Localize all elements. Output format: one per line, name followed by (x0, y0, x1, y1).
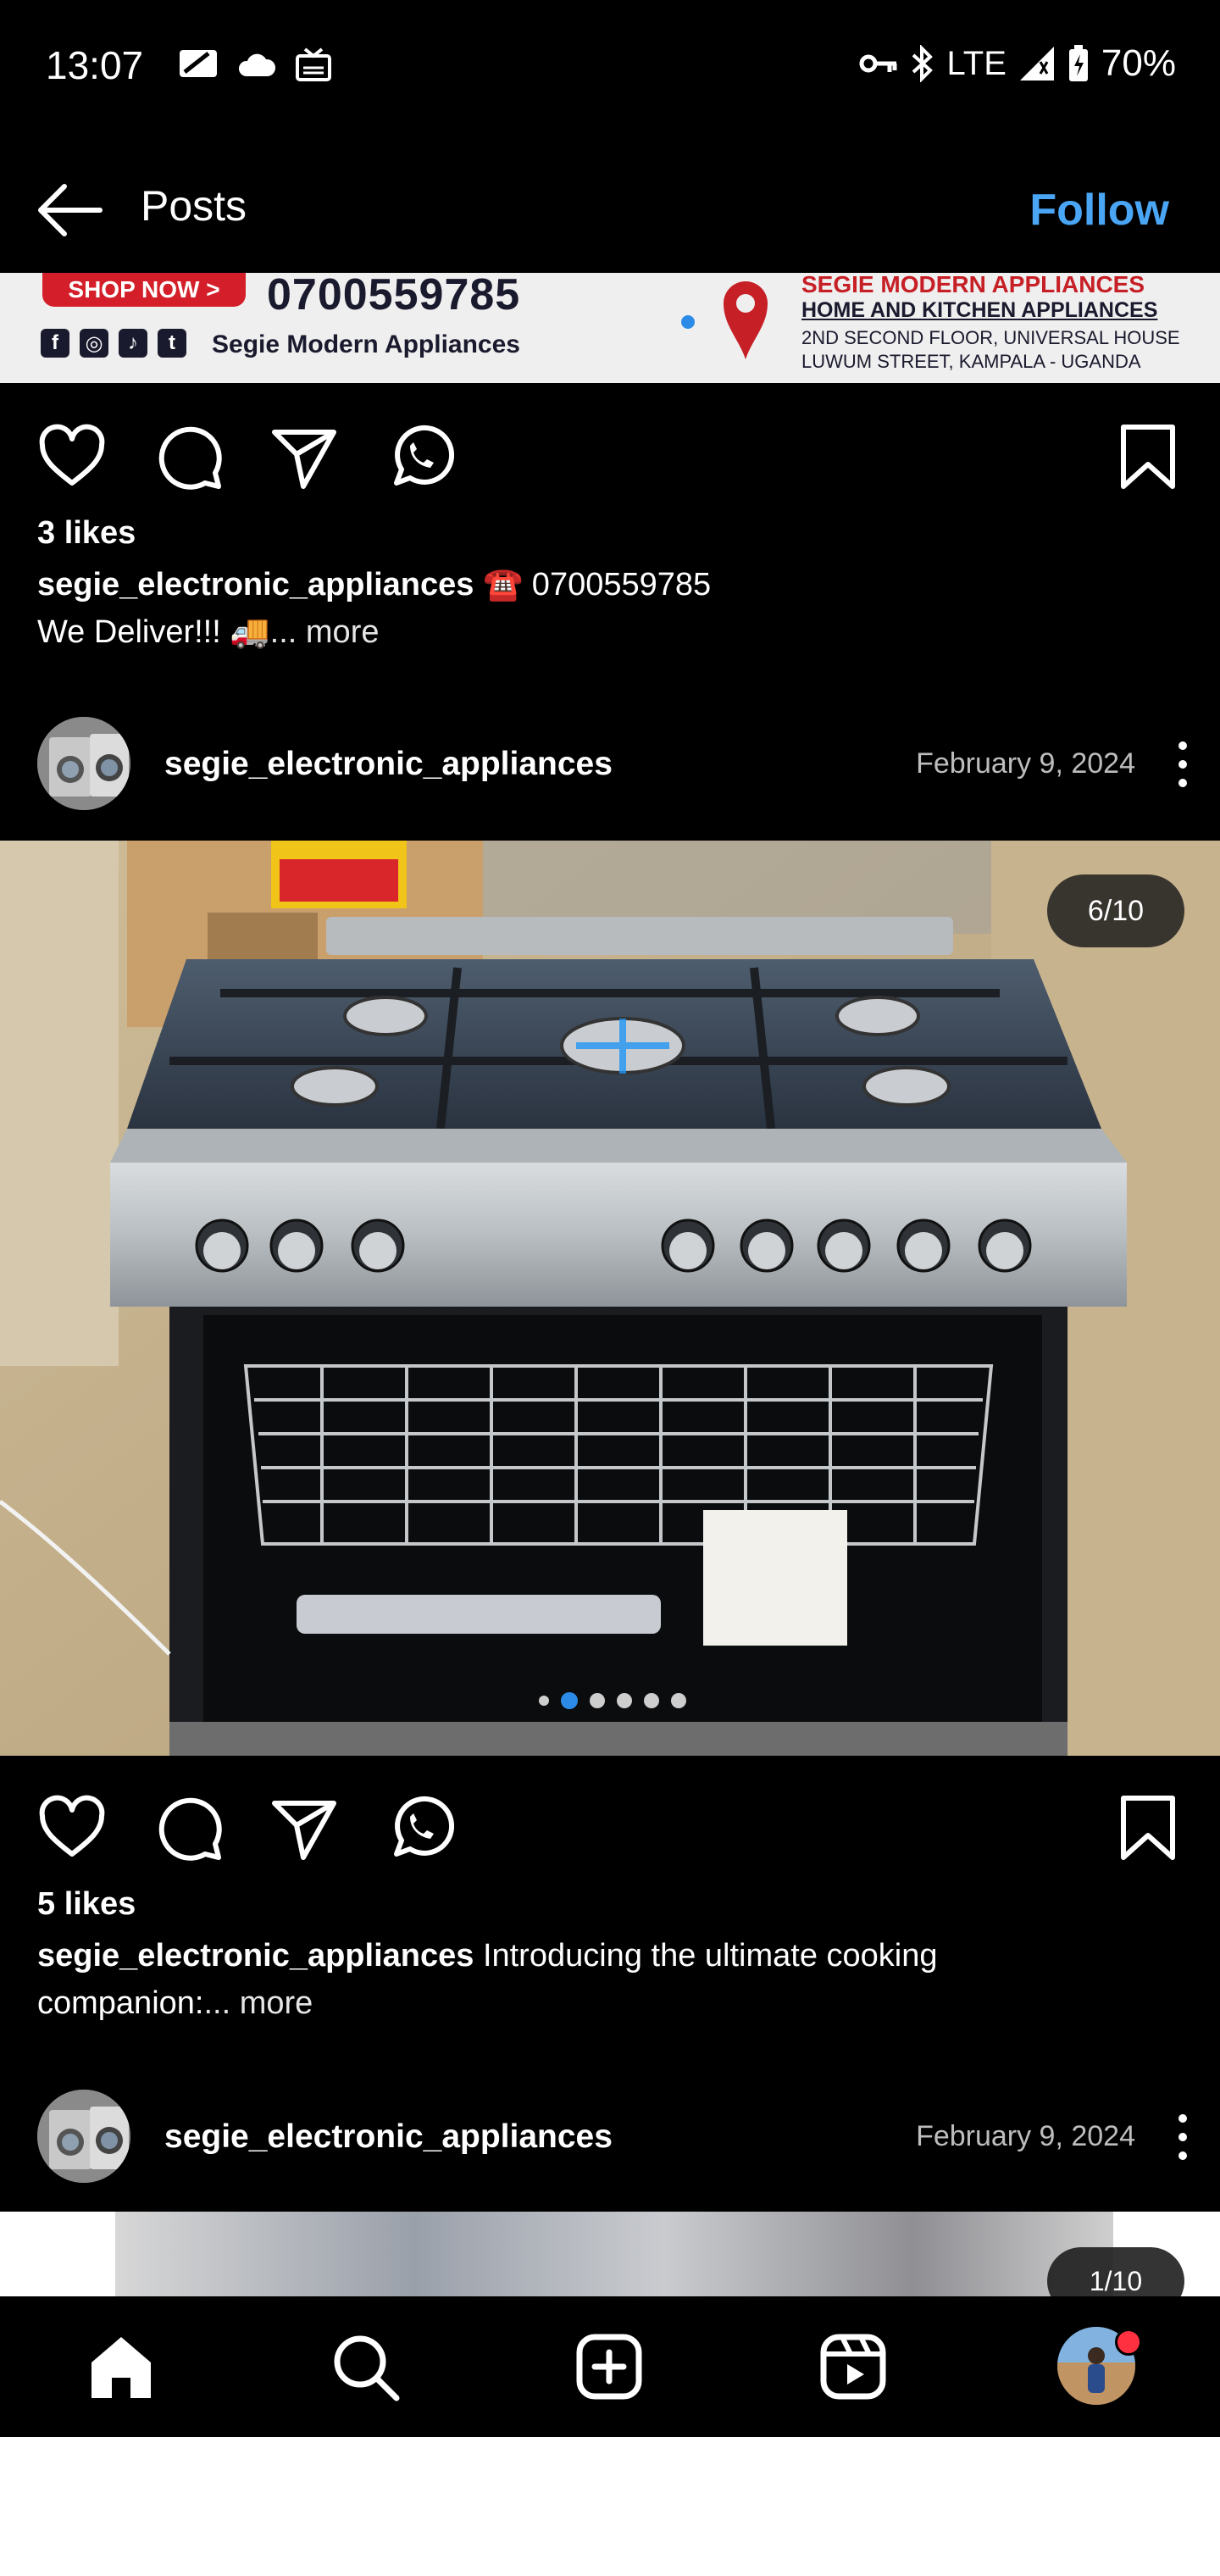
avatar[interactable] (37, 717, 130, 810)
carousel-dot (539, 1696, 549, 1706)
carousel-dot (644, 1693, 659, 1708)
comment-icon[interactable] (154, 422, 224, 491)
caption-text: Introducing the ultimate cooking (482, 1938, 938, 1974)
bookmark-icon[interactable] (1113, 422, 1183, 491)
washing-machine-avatar-image (37, 2090, 130, 2183)
post-actions (0, 408, 1220, 493)
twitter-icon: t (158, 329, 186, 358)
post-username[interactable]: segie_electronic_appliances (164, 746, 613, 783)
post-header: segie_electronic_appliances February 9, … (0, 2081, 1220, 2191)
post-date: February 9, 2024 (916, 747, 1135, 780)
home-icon[interactable] (85, 2330, 158, 2403)
carousel-dot-active (561, 1692, 578, 1709)
status-notification-icons (178, 47, 332, 81)
previous-post-image[interactable]: SHOP NOW > 0700559785 f ◎ ♪ t Segie Mode… (0, 273, 1220, 383)
carousel-dot (671, 1693, 686, 1708)
more-vertical-icon[interactable] (1174, 2112, 1191, 2162)
likes-count[interactable]: 5 likes (37, 1886, 136, 1923)
bottom-navigation (0, 2296, 1220, 2437)
location-pin-icon (724, 281, 768, 359)
post-username[interactable]: segie_electronic_appliances (164, 2118, 613, 2156)
vpn-key-icon (859, 54, 897, 73)
send-icon[interactable] (269, 1793, 339, 1863)
carousel-indicator (539, 1692, 686, 1709)
cloud-icon (238, 53, 276, 76)
banner-social-icons: f ◎ ♪ t (41, 329, 186, 358)
caption-username[interactable]: segie_electronic_appliances (37, 1938, 474, 1974)
caption-text-line2: We Deliver!!! 🚚 (37, 614, 270, 650)
shop-now-label: SHOP NOW > (42, 273, 246, 307)
gas-cooker-photo (0, 841, 1220, 1756)
more-link[interactable]: ... more (270, 614, 380, 650)
status-time: 13:07 (46, 43, 144, 87)
banner-phone: 0700559785 (267, 273, 521, 319)
comment-icon[interactable] (154, 1793, 224, 1863)
banner-shop-name: Segie Modern Appliances (212, 330, 520, 358)
follow-button[interactable]: Follow (1029, 185, 1169, 236)
instagram-app: 13:07 LTE 70% Posts Follow SHOP NOW > 07… (0, 0, 1220, 2437)
add-square-icon[interactable] (573, 2330, 646, 2403)
banner-subtitle: HOME AND KITCHEN APPLIANCES (801, 298, 1158, 322)
whatsapp-icon[interactable] (385, 1793, 454, 1863)
battery-percent: 70% (1101, 42, 1176, 84)
whatsapp-icon[interactable] (385, 422, 454, 491)
tablet-icon (180, 50, 217, 77)
network-type: LTE (946, 44, 1006, 82)
carousel-dot (681, 315, 695, 329)
posts-header: Posts Follow (0, 169, 1220, 254)
more-vertical-icon[interactable] (1174, 739, 1191, 790)
instagram-icon: ◎ (80, 329, 108, 358)
arrow-left-icon[interactable] (34, 180, 105, 241)
post-date: February 9, 2024 (916, 2120, 1135, 2152)
avatar[interactable] (37, 2090, 130, 2183)
carousel-dot (617, 1693, 632, 1708)
post-image[interactable] (0, 2212, 1220, 2296)
heart-icon[interactable] (37, 1793, 107, 1863)
search-icon[interactable] (329, 2330, 402, 2403)
notification-dot (1115, 2329, 1142, 2356)
washing-machine-avatar-image (37, 717, 130, 810)
more-link[interactable]: ... more (203, 1985, 313, 2021)
banner-company: SEGIE MODERN APPLIANCES (801, 273, 1145, 297)
reels-icon[interactable] (817, 2330, 890, 2403)
post-image-content (115, 2212, 1113, 2296)
caption-text-line2: companion: (37, 1985, 204, 2021)
signal-icon (1019, 47, 1054, 80)
carousel-counter: 6/10 (1047, 874, 1184, 947)
bluetooth-icon (912, 45, 933, 82)
status-bar: 13:07 LTE 70% (0, 0, 1220, 136)
send-icon[interactable] (269, 422, 339, 491)
carousel-dot (590, 1693, 605, 1708)
page-title: Posts (141, 182, 247, 230)
post-image[interactable]: 6/10 (0, 841, 1220, 1756)
banner-address-line1: 2ND SECOND FLOOR, UNIVERSAL HOUSE (801, 327, 1180, 348)
cast-icon (296, 47, 331, 81)
post-caption: segie_electronic_appliances ☎️ 070055978… (37, 561, 1156, 656)
likes-count[interactable]: 3 likes (37, 515, 136, 552)
caption-text: ☎️ 0700559785 (482, 567, 712, 602)
heart-icon[interactable] (37, 422, 107, 491)
banner-address-line2: LUWUM STREET, KAMPALA - UGANDA (801, 351, 1141, 372)
tiktok-icon: ♪ (119, 329, 147, 358)
battery-icon (1068, 45, 1088, 81)
status-right: LTE 70% (859, 42, 1176, 85)
caption-username[interactable]: segie_electronic_appliances (37, 567, 474, 602)
bookmark-icon[interactable] (1113, 1793, 1183, 1863)
post-caption: segie_electronic_appliances Introducing … (37, 1932, 1156, 2027)
post-header: segie_electronic_appliances February 9, … (0, 708, 1220, 819)
facebook-icon: f (41, 329, 69, 358)
post-actions (0, 1779, 1220, 1864)
